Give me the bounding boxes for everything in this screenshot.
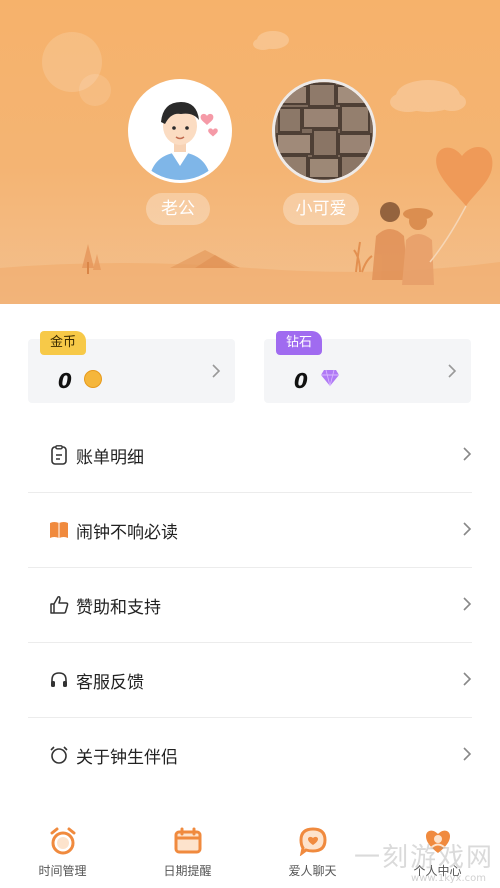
- headset-icon: [48, 669, 70, 691]
- chevron-right-icon: [463, 522, 472, 536]
- site-watermark: 一刻游戏网: [353, 843, 494, 873]
- diamond-tag: 钻石: [276, 331, 323, 355]
- chat-bubble-icon: [298, 827, 327, 856]
- gold-coin-tag: 金币: [40, 331, 87, 355]
- nav-tab-label: 日期提醒: [163, 864, 212, 878]
- chevron-right-icon: [212, 364, 221, 378]
- menu-item-label: 客服反馈: [76, 672, 144, 693]
- diamond-icon: [321, 369, 339, 387]
- gold-coin-value: 0: [58, 369, 72, 393]
- diamond-card[interactable]: 钻石 0: [264, 331, 471, 403]
- nav-tab-date-reminder[interactable]: 日期提醒: [125, 818, 250, 888]
- chevron-right-icon: [463, 447, 472, 461]
- stone-wall-avatar-image: [275, 82, 373, 180]
- menu-item-label: 账单明细: [76, 447, 144, 468]
- site-watermark-url: www.1kyx.com: [411, 873, 486, 884]
- alarm-clock-icon: [48, 744, 70, 766]
- menu-item-label: 闹钟不响必读: [76, 522, 178, 543]
- nav-tab-label: 时间管理: [38, 864, 87, 878]
- menu-item-label: 赞助和支持: [76, 597, 161, 618]
- menu-item-bill-details[interactable]: 账单明细: [28, 418, 472, 493]
- partner-name-right[interactable]: 小可爱: [283, 193, 359, 225]
- header-illustration: [0, 31, 500, 304]
- alarm-clock-icon: [50, 827, 75, 855]
- chevron-right-icon: [448, 364, 457, 378]
- gold-coin-card[interactable]: 金币 0: [28, 331, 235, 403]
- menu-item-customer-service[interactable]: 客服反馈: [28, 643, 472, 718]
- menu-item-about[interactable]: 关于钟生伴侣: [28, 718, 472, 792]
- coin-icon: [84, 370, 102, 388]
- partner-avatar-female[interactable]: [272, 79, 376, 183]
- thumbs-up-icon: [48, 594, 70, 616]
- partner-name-left[interactable]: 老公: [146, 193, 210, 225]
- profile-header: 老公 小可爱: [0, 0, 500, 304]
- menu-item-sponsor[interactable]: 赞助和支持: [28, 568, 472, 643]
- settings-menu: 账单明细 ! 闹钟不响必读 赞助和支持 客服反馈 关于钟生伴侣: [28, 418, 472, 792]
- clipboard-icon: [48, 444, 70, 466]
- book-icon: !: [48, 519, 70, 541]
- svg-text:!: !: [58, 527, 61, 535]
- menu-item-label: 关于钟生伴侣: [76, 747, 178, 768]
- diamond-value: 0: [294, 369, 308, 393]
- chevron-right-icon: [463, 597, 472, 611]
- male-avatar-illustration: [131, 82, 229, 180]
- chevron-right-icon: [463, 747, 472, 761]
- nav-tab-time-management[interactable]: 时间管理: [0, 818, 125, 888]
- partner-avatar-male[interactable]: [128, 79, 232, 183]
- chevron-right-icon: [463, 672, 472, 686]
- menu-item-alarm-guide[interactable]: ! 闹钟不响必读: [28, 493, 472, 568]
- calendar-icon: [174, 827, 201, 854]
